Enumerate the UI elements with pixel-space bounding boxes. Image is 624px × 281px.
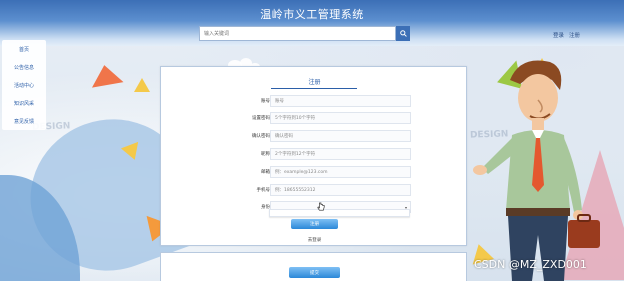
field-label: 邮箱 bbox=[261, 170, 270, 175]
search-bar bbox=[199, 26, 410, 41]
nickname-input[interactable]: 2个字符到12个字符 bbox=[270, 148, 411, 160]
password-input[interactable]: 5个字符到10个字符 bbox=[270, 112, 411, 124]
email-input[interactable]: 例：example@123.com bbox=[270, 166, 411, 178]
nav-item-home[interactable]: 首页 bbox=[2, 40, 46, 58]
site-title: 温岭市义工管理系统 bbox=[260, 8, 364, 21]
field-label: 账号 bbox=[261, 99, 270, 104]
search-icon bbox=[399, 30, 407, 37]
account-input[interactable]: 账号 bbox=[270, 95, 411, 107]
nav-item-feedback[interactable]: 意见反馈 bbox=[2, 112, 46, 130]
secondary-submit-button[interactable]: 提交 bbox=[289, 267, 340, 278]
left-nav-menu: 首页 公告信息 活动中心 知识风采 意见反馈 bbox=[2, 40, 46, 130]
form-row-nickname: 昵称 2个字符到12个字符 bbox=[161, 148, 468, 160]
nav-item-knowledge[interactable]: 知识风采 bbox=[2, 94, 46, 112]
secondary-card: 提交 bbox=[160, 252, 467, 281]
register-submit-button[interactable]: 注册 bbox=[291, 219, 338, 229]
register-form-card: 注册 账号 账号 设置密码 5个字符到10个字符 确认密码 确认密码 昵称 2个… bbox=[160, 66, 467, 246]
field-label: 手机号 bbox=[256, 188, 271, 193]
field-label: 昵称 bbox=[261, 152, 270, 157]
phone-input[interactable]: 例：18655552312 bbox=[270, 184, 411, 196]
form-row-password: 设置密码 5个字符到10个字符 bbox=[161, 112, 468, 124]
site-header: 温岭市义工管理系统 登录 注册 bbox=[0, 0, 624, 46]
auth-links: 登录 注册 bbox=[553, 31, 580, 39]
form-row-confirm-password: 确认密码 确认密码 bbox=[161, 130, 468, 142]
yellow-triangle-decoration bbox=[134, 78, 150, 92]
form-title: 注册 bbox=[308, 79, 321, 86]
field-label: 设置密码 bbox=[252, 116, 270, 121]
confirm-password-input[interactable]: 确认密码 bbox=[270, 130, 411, 142]
go-login-link[interactable]: 去登录 bbox=[161, 237, 468, 243]
field-label: 确认密码 bbox=[252, 134, 270, 139]
nav-item-announcements[interactable]: 公告信息 bbox=[2, 58, 46, 76]
csdn-watermark: CSDN @MZ_ZXD001 bbox=[474, 258, 587, 271]
form-row-email: 邮箱 例：example@123.com bbox=[161, 166, 468, 178]
identity-dropdown-panel[interactable] bbox=[269, 209, 410, 217]
search-button[interactable] bbox=[396, 26, 410, 41]
form-row-account: 账号 账号 bbox=[161, 95, 468, 107]
login-link[interactable]: 登录 bbox=[553, 31, 564, 39]
businessman-illustration bbox=[473, 60, 600, 281]
title-underline bbox=[271, 88, 357, 89]
orange-triangle-decoration bbox=[88, 62, 124, 88]
form-row-phone: 手机号 例：18655552312 bbox=[161, 184, 468, 196]
register-link[interactable]: 注册 bbox=[569, 31, 580, 39]
nav-item-activities[interactable]: 活动中心 bbox=[2, 76, 46, 94]
hand-cursor-icon bbox=[317, 202, 325, 211]
search-input[interactable] bbox=[199, 26, 396, 41]
